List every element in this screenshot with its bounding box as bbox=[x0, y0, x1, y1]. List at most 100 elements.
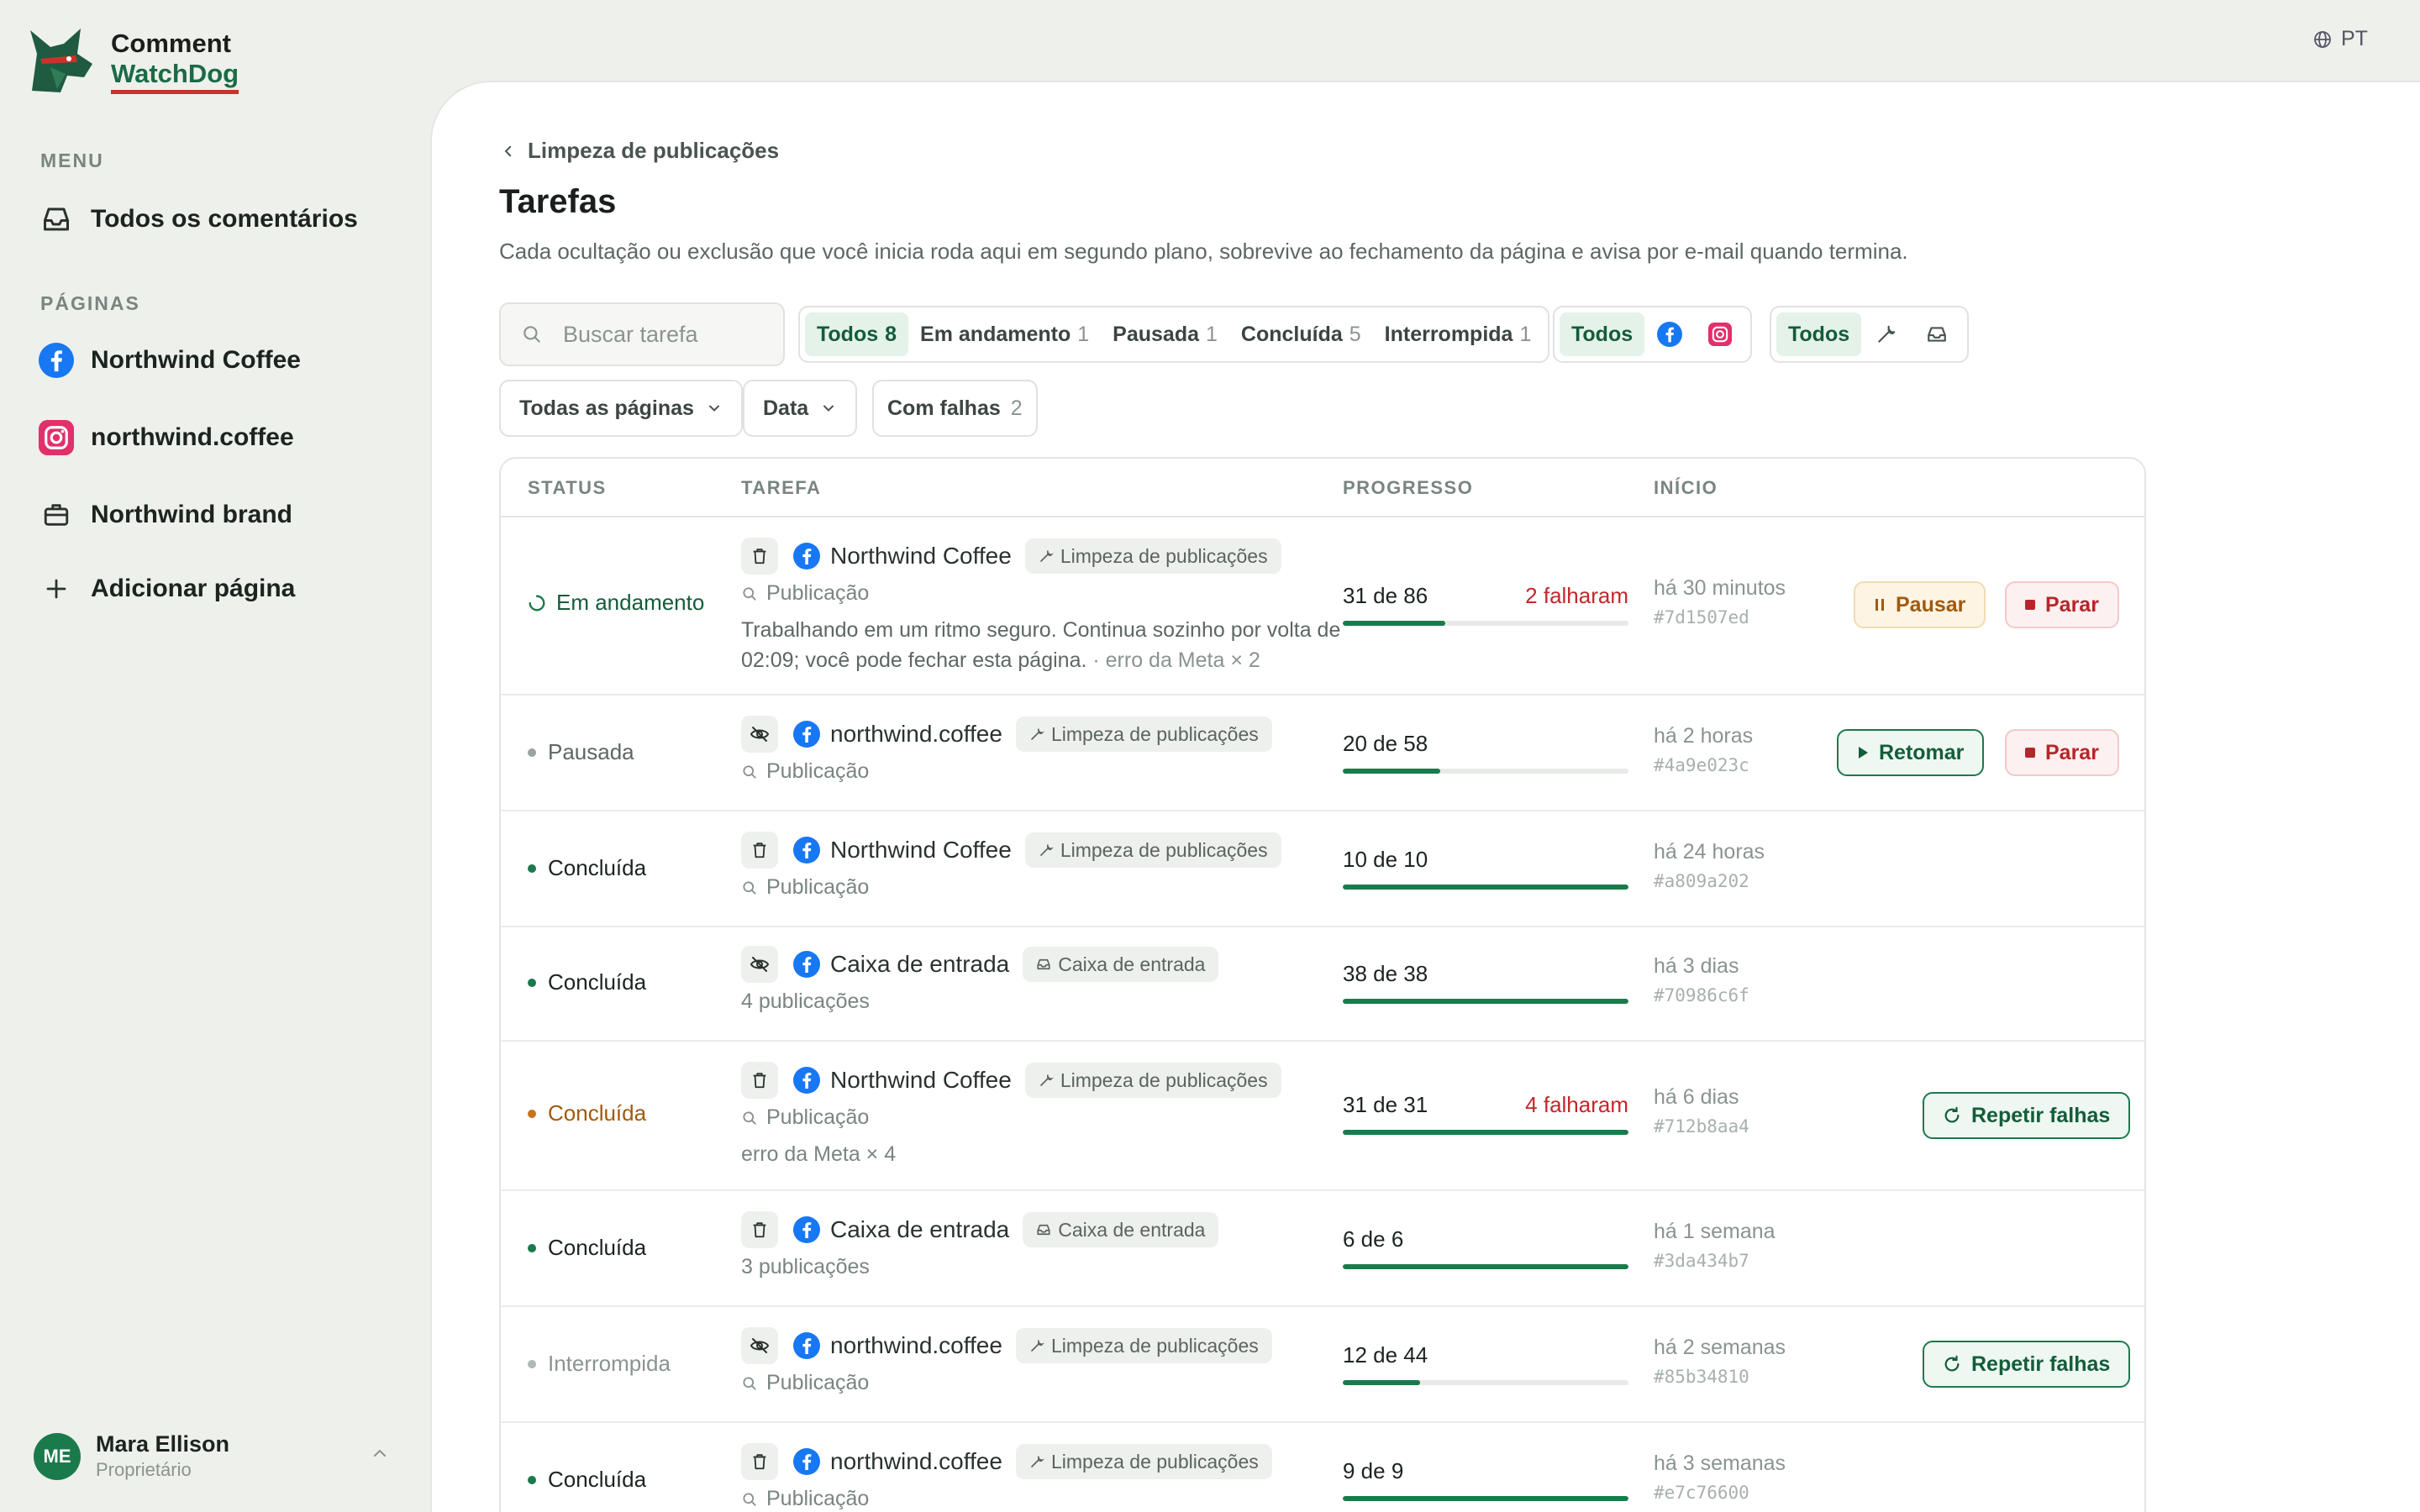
pause-icon bbox=[1876, 599, 1884, 611]
search-icon bbox=[743, 1376, 756, 1390]
type-filter: Todos bbox=[1770, 306, 1970, 363]
start-cell: há 3 semanas #e7c76600 bbox=[1654, 1452, 1786, 1503]
platform-filter-instagram[interactable] bbox=[1695, 312, 1745, 356]
status-cell: Concluída bbox=[528, 969, 646, 995]
table-row[interactable]: Pausada northwind.coffee Limpeza de publ… bbox=[501, 696, 2144, 811]
sidebar-item-label: northwind.coffee bbox=[91, 423, 294, 451]
progress-bar bbox=[1343, 885, 1628, 890]
wrench-icon bbox=[1031, 1340, 1044, 1352]
table-row[interactable]: Concluída Caixa de entrada Caixa de entr… bbox=[501, 927, 2144, 1042]
table-row[interactable]: Concluída Caixa de entrada Caixa de entr… bbox=[501, 1191, 2144, 1307]
sidebar-item-northwind-coffee[interactable]: Northwind Coffee bbox=[39, 343, 301, 378]
header-start: INÍCIO bbox=[1654, 477, 1718, 498]
progress-bar bbox=[1343, 1380, 1628, 1385]
table-row[interactable]: Em andamento Northwind Coffee Limpeza de… bbox=[501, 517, 2144, 696]
facebook-icon bbox=[793, 721, 820, 748]
task-id: #712b8aa4 bbox=[1654, 1116, 1749, 1137]
task-page: Northwind Coffee bbox=[830, 1067, 1012, 1093]
retry-failed-button[interactable]: Repetir falhas bbox=[1923, 1092, 2131, 1139]
failed-count: 2 falharam bbox=[1525, 583, 1628, 608]
task-target: Publicação bbox=[741, 759, 869, 784]
sidebar-item-label: Northwind Coffee bbox=[91, 346, 301, 374]
sidebar-item-northwind-instagram[interactable]: northwind.coffee bbox=[39, 420, 294, 455]
resume-button[interactable]: Retomar bbox=[1837, 729, 1985, 776]
type-filter-inbox[interactable] bbox=[1912, 312, 1962, 356]
status-filter-all[interactable]: Todos 8 bbox=[805, 312, 909, 356]
pages-section-label: PÁGINAS bbox=[40, 292, 140, 314]
chevron-up-icon[interactable] bbox=[370, 1443, 390, 1463]
trash-icon bbox=[741, 1443, 778, 1480]
progress-text: 9 de 9 bbox=[1343, 1458, 1404, 1483]
task-type-chip: Caixa de entrada bbox=[1023, 1212, 1219, 1247]
platform-filter: Todos bbox=[1553, 306, 1753, 363]
plus-icon bbox=[39, 571, 74, 606]
search-input[interactable]: Buscar tarefa bbox=[499, 302, 785, 366]
chevron-left-icon bbox=[504, 145, 512, 156]
tasks-table: STATUS TAREFA PROGRESSO INÍCIO Em andame… bbox=[499, 457, 2146, 1512]
task-id: #4a9e023c bbox=[1654, 755, 1749, 775]
platform-filter-all[interactable]: Todos bbox=[1560, 312, 1645, 356]
task-target: Publicação bbox=[741, 1105, 869, 1130]
stop-button[interactable]: Parar bbox=[2005, 581, 2119, 628]
task-page: Northwind Coffee bbox=[830, 543, 1012, 569]
start-cell: há 2 horas #4a9e023c bbox=[1654, 724, 1754, 775]
sidebar-item-northwind-brand[interactable]: Northwind brand bbox=[39, 497, 292, 533]
task-target: Publicação bbox=[741, 1487, 869, 1511]
search-icon bbox=[743, 1492, 756, 1506]
instagram-icon bbox=[1708, 323, 1733, 346]
status-cell: Concluída bbox=[528, 1100, 646, 1126]
task-id: #7d1507ed bbox=[1654, 607, 1749, 627]
table-row[interactable]: Interrompida northwind.coffee Limpeza de… bbox=[501, 1307, 2144, 1423]
wrench-icon bbox=[1878, 325, 1896, 343]
trash-icon bbox=[741, 1062, 778, 1099]
progress-cell: 31 de 86 2 falharam bbox=[1343, 583, 1628, 626]
trash-icon bbox=[741, 832, 778, 869]
add-page-button[interactable]: Adicionar página bbox=[39, 571, 295, 606]
sidebar-item-all-comments[interactable]: Todos os comentários bbox=[39, 202, 358, 237]
language-selector[interactable]: PT bbox=[2312, 27, 2368, 51]
stop-button[interactable]: Parar bbox=[2005, 729, 2119, 776]
status-filter-done[interactable]: Concluída 5 bbox=[1229, 312, 1373, 356]
start-cell: há 3 dias #70986c6f bbox=[1654, 954, 1749, 1005]
status-filter-running[interactable]: Em andamento 1 bbox=[908, 312, 1101, 356]
sidebar-item-label: Northwind brand bbox=[91, 501, 292, 528]
user-menu[interactable]: ME Mara Ellison Proprietário bbox=[34, 1431, 229, 1481]
date-dropdown[interactable]: Data bbox=[743, 380, 858, 437]
progress-bar bbox=[1343, 769, 1628, 774]
start-cell: há 6 dias #712b8aa4 bbox=[1654, 1085, 1749, 1137]
task-line: northwind.coffee Limpeza de publicações bbox=[741, 1443, 1272, 1480]
table-row[interactable]: Concluída northwind.coffee Limpeza de pu… bbox=[501, 1423, 2144, 1512]
task-line: northwind.coffee Limpeza de publicações bbox=[741, 716, 1272, 753]
pages-dropdown[interactable]: Todas as páginas bbox=[499, 380, 743, 437]
facebook-icon bbox=[793, 1067, 820, 1094]
progress-cell: 31 de 31 4 falharam bbox=[1343, 1092, 1628, 1135]
task-note: erro da Meta × 4 bbox=[741, 1142, 897, 1166]
task-type-chip: Caixa de entrada bbox=[1023, 947, 1219, 982]
task-id: #70986c6f bbox=[1654, 985, 1749, 1005]
breadcrumb-label: Limpeza de publicações bbox=[528, 138, 780, 163]
status-cell: Concluída bbox=[528, 1467, 646, 1493]
page-title: Tarefas bbox=[499, 183, 617, 220]
progress-text: 10 de 10 bbox=[1343, 847, 1428, 872]
eye-off-icon bbox=[741, 946, 778, 983]
progress-cell: 10 de 10 bbox=[1343, 847, 1628, 890]
type-filter-all[interactable]: Todos bbox=[1776, 312, 1862, 356]
pause-button[interactable]: Pausar bbox=[1854, 581, 1986, 628]
table-row[interactable]: Concluída Northwind Coffee Limpeza de pu… bbox=[501, 1042, 2144, 1191]
failed-filter-toggle[interactable]: Com falhas 2 bbox=[872, 380, 1038, 437]
type-filter-cleanup[interactable] bbox=[1861, 312, 1912, 356]
sidebar-item-label: Adicionar página bbox=[91, 575, 296, 602]
table-row[interactable]: Concluída Northwind Coffee Limpeza de pu… bbox=[501, 811, 2144, 927]
app-logo[interactable]: Comment WatchDog bbox=[25, 25, 239, 97]
status-filter-paused[interactable]: Pausada 1 bbox=[1101, 312, 1229, 356]
task-page: northwind.coffee bbox=[830, 1448, 1002, 1474]
task-type-chip: Limpeza de publicações bbox=[1024, 1063, 1281, 1098]
task-page: Caixa de entrada bbox=[830, 1216, 1010, 1242]
retry-failed-button[interactable]: Repetir falhas bbox=[1923, 1341, 2131, 1388]
progress-text: 6 de 6 bbox=[1343, 1226, 1404, 1252]
platform-filter-facebook[interactable] bbox=[1644, 312, 1695, 356]
breadcrumb[interactable]: Limpeza de publicações bbox=[501, 138, 779, 164]
status-filter-interrupted[interactable]: Interrompida 1 bbox=[1373, 312, 1544, 356]
progress-text: 12 de 44 bbox=[1343, 1342, 1428, 1368]
task-type-chip: Limpeza de publicações bbox=[1015, 1444, 1272, 1479]
